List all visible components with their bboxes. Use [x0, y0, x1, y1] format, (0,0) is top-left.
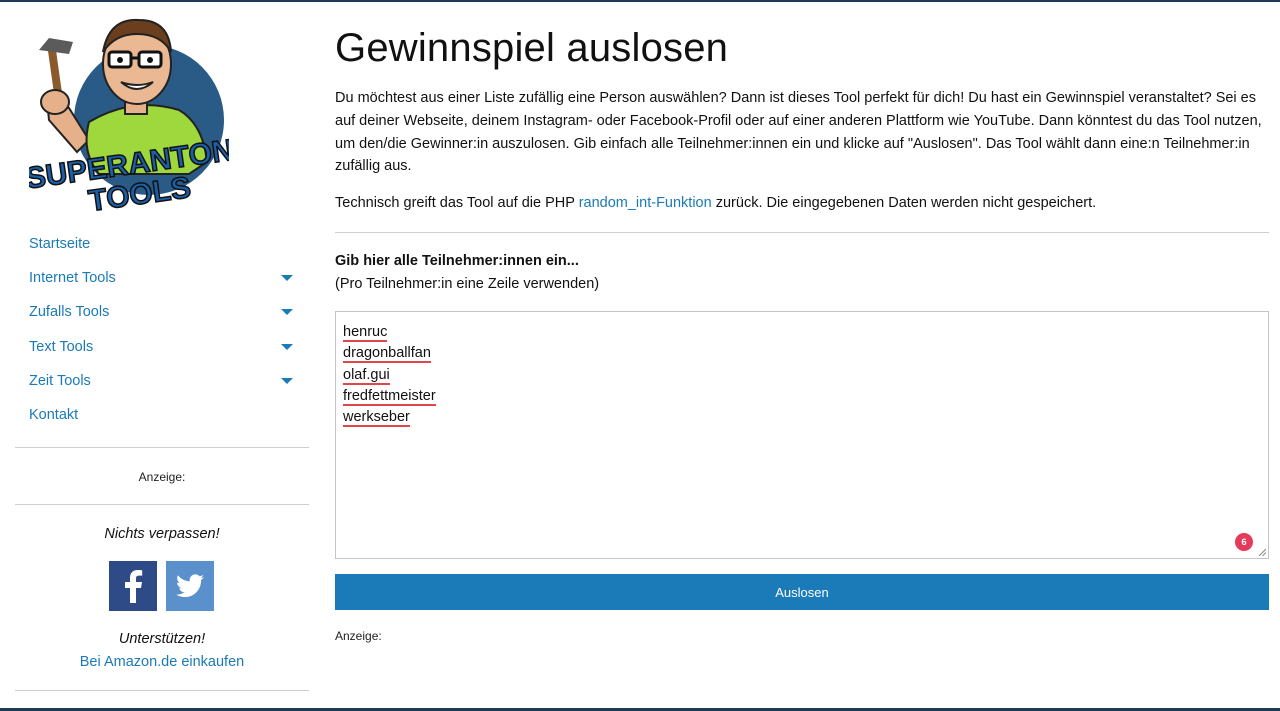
participants-prompt: Gib hier alle Teilnehmer:innen ein... [335, 253, 579, 269]
tech-paragraph: Technisch greift das Tool auf die PHP ra… [335, 192, 1269, 214]
participant-line: fredfettmeister [343, 387, 436, 406]
participant-line: dragonballfan [343, 345, 431, 364]
sidebar-divider [15, 447, 309, 448]
support-heading: Unterstützen! [118, 631, 206, 647]
nav-label: Internet Tools [29, 270, 116, 287]
nav-label: Zeit Tools [29, 372, 91, 389]
auslosen-button[interactable]: Auslosen [335, 574, 1269, 610]
top-border [0, 0, 1280, 2]
nav-label: Startseite [29, 236, 91, 253]
amazon-link[interactable]: Bei Amazon.de einkaufen [15, 654, 309, 670]
twitter-button[interactable] [166, 561, 214, 611]
nav-item-internet-tools[interactable]: Internet Tools [15, 261, 309, 295]
page-title: Gewinnspiel auslosen [335, 26, 729, 70]
nav-item-kontakt[interactable]: Kontakt [15, 398, 309, 432]
content-divider [335, 232, 1269, 233]
chevron-down-icon[interactable] [281, 275, 293, 282]
follow-heading: Nichts verpassen! [104, 526, 220, 542]
facebook-button[interactable] [109, 561, 157, 611]
nav-label: Text Tools [29, 338, 94, 355]
sidebar-divider [15, 690, 309, 691]
sidebar-ad-label: Anzeige: [138, 470, 186, 484]
nav-item-zufalls-tools[interactable]: Zufalls Tools [15, 295, 309, 329]
nav-label: Kontakt [29, 407, 79, 424]
participant-line: henruc [343, 324, 388, 342]
superanton-mascot-logo: SUPERANTON TOOLS [23, 18, 236, 219]
facebook-icon [125, 570, 143, 603]
participants-textarea[interactable]: henruc dragonballfan olaf.gui fredfettme… [335, 311, 1269, 559]
participants-hint: (Pro Teilnehmer:in eine Zeile verwenden) [335, 276, 600, 292]
intro-paragraph: Du möchtest aus einer Liste zufällig ein… [335, 90, 1262, 175]
sidebar-divider [15, 504, 309, 505]
participant-line: werkseber [343, 409, 410, 428]
random-int-link[interactable]: random_int-Funktion [579, 195, 712, 211]
chevron-down-icon[interactable] [281, 343, 293, 350]
resize-grip-icon[interactable] [1258, 548, 1266, 556]
site-logo[interactable]: SUPERANTON TOOLS [23, 12, 236, 219]
tech-text-after: zurück. Die eingegebenen Daten werden ni… [711, 195, 1097, 211]
nav-item-zeit-tools[interactable]: Zeit Tools [15, 364, 309, 398]
nav-label: Zufalls Tools [29, 304, 110, 321]
main-ad-label: Anzeige: [335, 629, 382, 643]
chevron-down-icon[interactable] [281, 377, 293, 384]
spellcheck-badge[interactable]: 6 [1235, 533, 1253, 551]
nav-item-text-tools[interactable]: Text Tools [15, 330, 309, 364]
chevron-down-icon[interactable] [281, 309, 293, 316]
participant-line: olaf.gui [343, 366, 390, 385]
tech-text-before: Technisch greift das Tool auf die PHP [335, 195, 579, 211]
nav-item-startseite[interactable]: Startseite [15, 227, 309, 261]
twitter-icon [176, 574, 204, 598]
main-nav: Startseite Internet Tools Zufalls Tools … [15, 227, 309, 432]
